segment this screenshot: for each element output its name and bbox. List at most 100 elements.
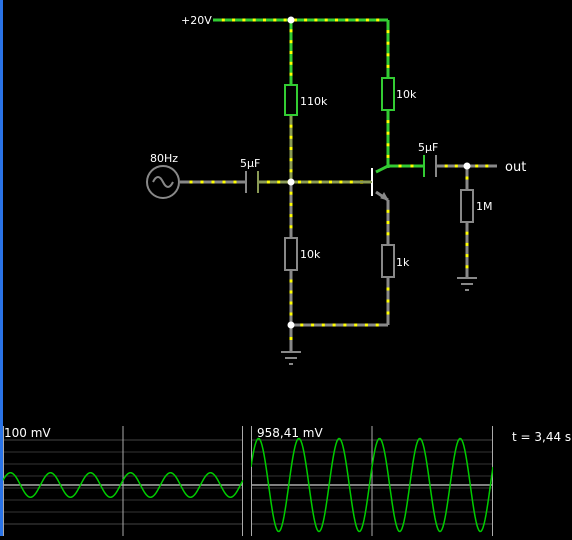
current-dot: [311, 323, 315, 327]
current-dot: [273, 18, 277, 22]
wire-collector-link[interactable]: [375, 164, 389, 174]
current-dot: [211, 180, 215, 184]
current-dot: [375, 323, 379, 327]
current-dot: [386, 154, 390, 158]
resistor-10k-bias-label: 10k: [300, 248, 321, 261]
scope-input[interactable]: 100 mV: [2, 426, 244, 536]
current-dot: [308, 180, 312, 184]
current-dot: [289, 214, 293, 218]
current-dot: [324, 18, 328, 22]
current-dot: [454, 164, 458, 168]
current-dot: [289, 225, 293, 229]
resistor-110k-label: 110k: [300, 95, 328, 108]
scope-input-plot: [2, 426, 244, 536]
current-dot: [410, 164, 414, 168]
current-dot: [289, 301, 293, 305]
current-dot: [289, 191, 293, 195]
current-dot: [222, 180, 226, 184]
current-dot: [289, 279, 293, 283]
current-dot: [289, 40, 293, 44]
current-dot: [298, 180, 301, 184]
current-dot: [189, 180, 193, 184]
current-dot: [242, 18, 246, 22]
current-dot: [283, 18, 287, 22]
resistor-10k-collector-label: 10k: [396, 88, 417, 101]
output-capacitor-label: 5µF: [418, 141, 438, 154]
resistor-10k-bias[interactable]: [284, 237, 298, 271]
supply-voltage-label: +20V: [181, 14, 212, 27]
current-dot: [475, 164, 479, 168]
current-dot: [200, 180, 204, 184]
current-dot: [386, 53, 390, 57]
current-dot: [263, 18, 266, 22]
current-dot: [289, 202, 293, 206]
current-dot: [289, 29, 293, 33]
junction-ground: [287, 321, 295, 329]
current-dot: [386, 120, 390, 124]
current-dot: [289, 61, 293, 65]
input-capacitor-label: 5µF: [240, 157, 260, 170]
current-dot: [321, 323, 325, 327]
current-dot: [465, 242, 469, 246]
current-dot: [314, 18, 318, 22]
scope-output-grid: [251, 426, 493, 536]
circuit-schematic[interactable]: +20V 80Hz 5µF 5µF 110k 10k 10k 1k 1M out: [0, 0, 572, 410]
current-dot: [289, 147, 293, 150]
current-dot: [386, 30, 390, 34]
current-dot: [266, 180, 270, 184]
current-dot: [386, 41, 390, 45]
current-dot: [332, 323, 336, 327]
current-dot: [364, 323, 368, 327]
current-dot: [289, 124, 293, 128]
current-dot: [339, 180, 343, 184]
current-dot: [386, 209, 390, 213]
current-dot: [465, 265, 469, 269]
ground-icon-load: [457, 277, 477, 291]
current-dot: [465, 231, 469, 235]
ground-icon-main: [281, 351, 301, 365]
current-dot: [221, 18, 225, 22]
current-dot: [289, 72, 293, 76]
current-dot: [329, 180, 332, 184]
junction-output: [463, 162, 471, 170]
current-dot: [289, 290, 293, 294]
current-dot: [386, 64, 390, 68]
current-dots: [189, 18, 489, 340]
current-dot: [386, 221, 390, 224]
resistor-1k-emitter[interactable]: [381, 244, 395, 278]
resistor-10k-collector[interactable]: [381, 77, 395, 111]
current-dot: [289, 158, 293, 162]
npn-transistor[interactable]: [360, 168, 390, 201]
resistor-1m-label: 1M: [476, 200, 493, 213]
current-dot: [289, 51, 293, 54]
resistor-110k[interactable]: [284, 84, 298, 116]
current-dot: [304, 18, 308, 22]
capacitor-output[interactable]: [423, 155, 437, 177]
scope-input-scale-label: 100 mV: [4, 426, 51, 440]
current-dot: [345, 18, 349, 22]
resistor-1k-emitter-label: 1k: [396, 256, 410, 269]
simulator-canvas[interactable]: +20V 80Hz 5µF 5µF 110k 10k 10k 1k 1M out…: [0, 0, 572, 536]
current-dot: [343, 323, 347, 327]
current-dot: [289, 135, 293, 139]
junction-supply: [287, 16, 295, 24]
current-dot: [233, 180, 237, 184]
ac-source-icon[interactable]: [146, 165, 180, 199]
resistor-1m-load[interactable]: [460, 189, 474, 223]
current-dot: [386, 299, 390, 303]
scope-output-plot: [250, 426, 494, 536]
current-dot: [232, 18, 236, 22]
current-dot: [398, 164, 402, 168]
current-dot: [289, 337, 293, 340]
current-dot: [386, 311, 390, 315]
scope-output-scale-label: 958,41 mV: [257, 426, 323, 440]
current-dot: [252, 18, 256, 22]
junction-base: [287, 178, 295, 186]
scope-output[interactable]: 958,41 mV: [250, 426, 494, 536]
capacitor-input[interactable]: [245, 171, 259, 193]
current-dot: [386, 143, 390, 147]
output-terminal-label: out: [505, 160, 526, 175]
current-dot: [289, 312, 293, 316]
source-frequency-label: 80Hz: [150, 152, 178, 165]
current-dot: [355, 18, 359, 22]
